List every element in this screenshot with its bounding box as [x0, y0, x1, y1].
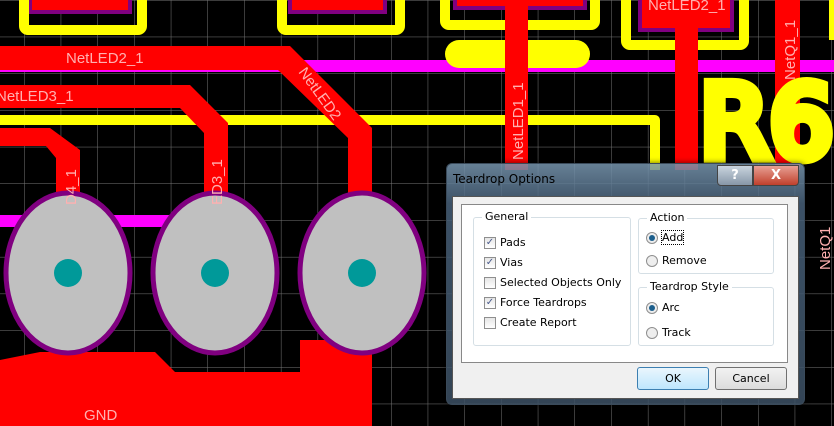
arc-radio[interactable]: Arc	[646, 301, 680, 314]
track-radio[interactable]: Track	[646, 326, 691, 339]
teardrop-style-group: Teardrop Style Arc Track	[638, 280, 774, 346]
radio-icon[interactable]	[646, 301, 658, 314]
radio-icon[interactable]	[646, 231, 658, 244]
checkbox-icon[interactable]	[484, 316, 496, 329]
add-radio[interactable]: Add	[646, 230, 685, 245]
net-label: ED3_1	[209, 159, 226, 205]
net-label: NetLED1_1	[510, 82, 527, 160]
create-report-checkbox[interactable]: Create Report	[484, 316, 577, 329]
radio-icon[interactable]	[646, 254, 658, 267]
force-teardrops-checkbox[interactable]: ✓ Force Teardrops	[484, 296, 587, 309]
net-label: NetLED2_1	[66, 50, 144, 67]
net-label: NetLED2_1	[648, 0, 726, 14]
selected-objects-only-checkbox[interactable]: Selected Objects Only	[484, 276, 621, 289]
vias-checkbox[interactable]: ✓ Vias	[484, 256, 523, 269]
teardrop-style-label: Teardrop Style	[647, 280, 732, 293]
action-label: Action	[647, 211, 688, 224]
action-group: Action Add Remove	[638, 211, 774, 274]
radio-icon[interactable]	[646, 326, 658, 339]
net-label: NetLED3_1	[0, 88, 74, 105]
help-button[interactable]: ?	[717, 165, 753, 186]
dialog-title: Teardrop Options	[453, 172, 556, 186]
checkbox-icon[interactable]: ✓	[484, 256, 496, 269]
ok-button[interactable]: OK	[637, 367, 709, 390]
checkbox-icon[interactable]: ✓	[484, 296, 496, 309]
net-label: D4_1	[63, 169, 80, 205]
pads-checkbox[interactable]: ✓ Pads	[484, 236, 526, 249]
remove-radio[interactable]: Remove	[646, 254, 707, 267]
gnd-label: GND	[84, 407, 118, 424]
checkbox-icon[interactable]	[484, 276, 496, 289]
general-label: General	[482, 210, 532, 223]
checkbox-icon[interactable]: ✓	[484, 236, 496, 249]
net-label: NetQ1_1	[782, 20, 799, 80]
general-group: General ✓ Pads ✓ Vias Selected Objects Onl…	[473, 210, 631, 346]
net-label: NetQ1	[817, 227, 834, 270]
teardrop-options-dialog: Teardrop Options ? X General ✓ Pads ✓ Vias…	[446, 163, 805, 405]
cancel-button[interactable]: Cancel	[715, 367, 787, 390]
close-button[interactable]: X	[753, 165, 799, 186]
